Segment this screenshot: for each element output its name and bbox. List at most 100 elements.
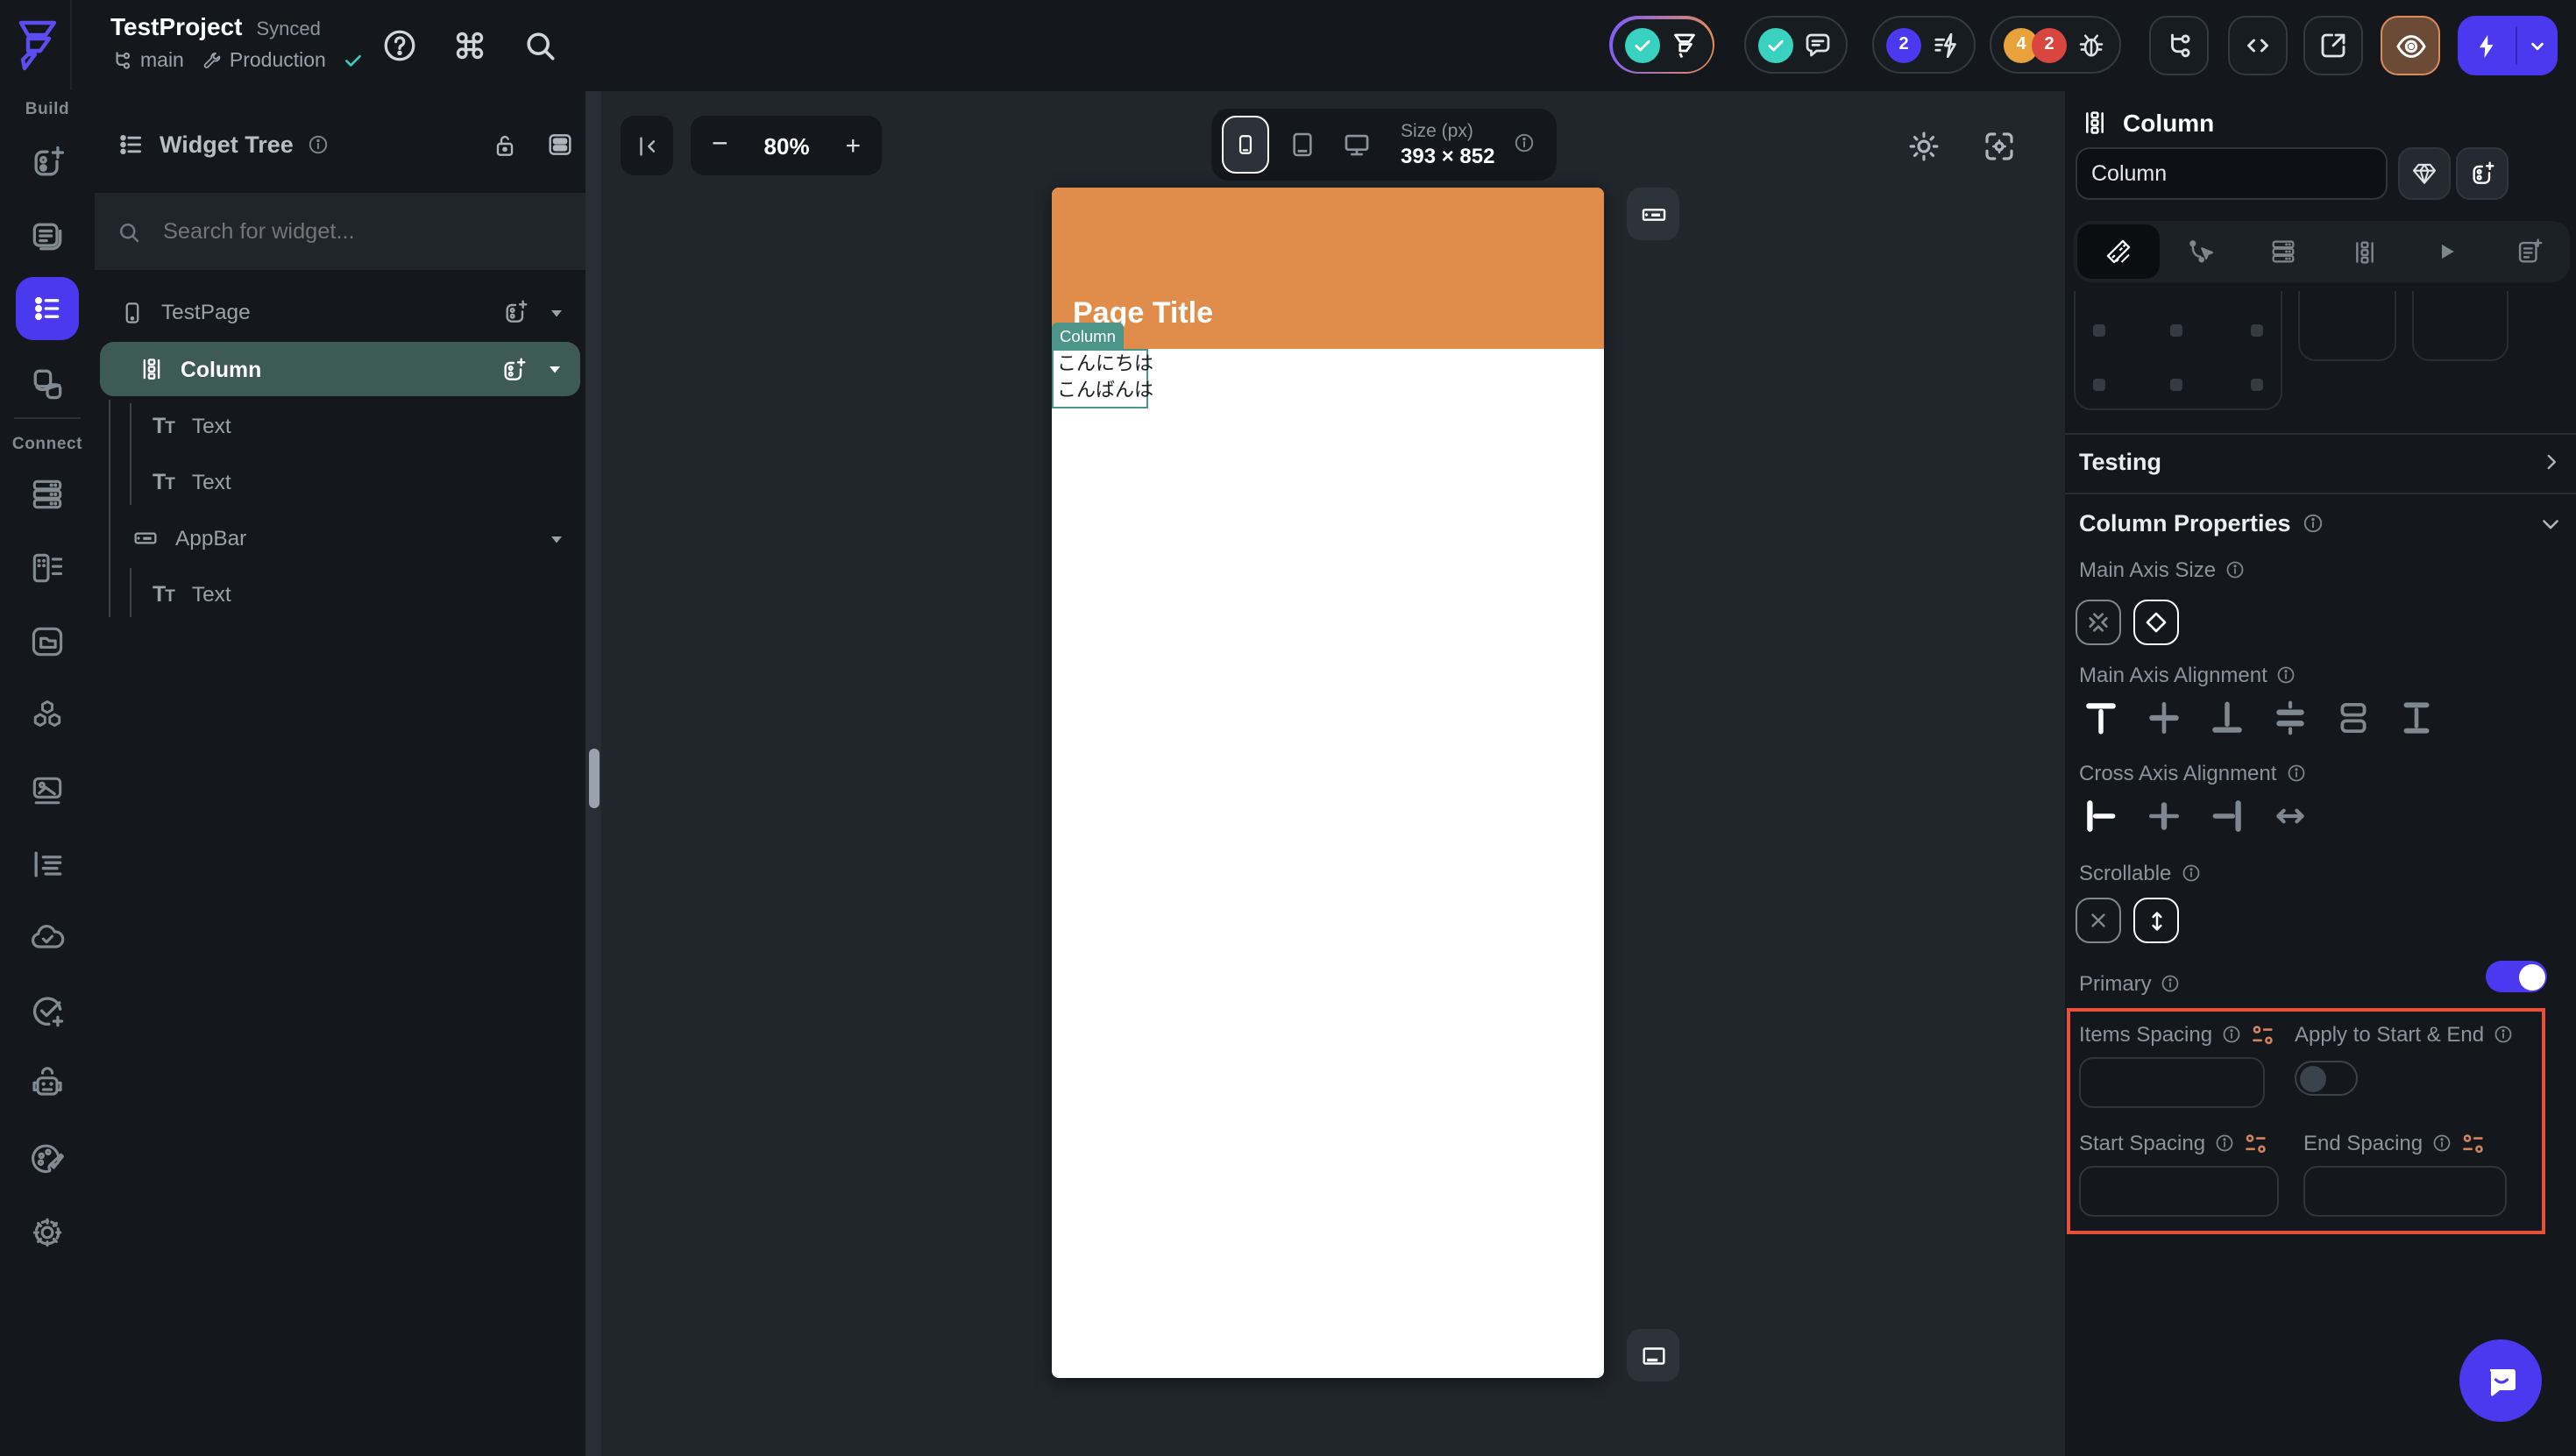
padding-field-cut[interactable]	[2298, 291, 2396, 361]
tree-row-testpage[interactable]: TestPage	[95, 288, 585, 337]
preview-text-1[interactable]: こんにちは	[1057, 352, 1153, 379]
info-icon[interactable]	[2285, 763, 2306, 784]
zoom-level[interactable]: 80%	[764, 132, 810, 159]
lock-icon[interactable]	[491, 131, 519, 159]
tab-properties[interactable]	[2077, 224, 2160, 279]
info-icon[interactable]	[2493, 1024, 2514, 1045]
run-button[interactable]	[2458, 16, 2558, 75]
apply-start-end-toggle-off[interactable]	[2295, 1061, 2358, 1096]
device-tablet-button[interactable]	[1281, 123, 1323, 167]
size-value[interactable]: 393 × 852	[1401, 144, 1494, 168]
set-from-variable-icon[interactable]	[2461, 1132, 2486, 1154]
main-align-center-button[interactable]	[2146, 700, 2182, 736]
canvas-settings-button[interactable]	[1981, 128, 2018, 165]
main-axis-size-max-button[interactable]	[2133, 600, 2179, 645]
caret-down-icon[interactable]	[549, 530, 564, 546]
tab-documentation[interactable]	[2487, 237, 2570, 266]
widget-search[interactable]	[95, 193, 585, 270]
cross-align-end-button[interactable]	[2209, 798, 2246, 835]
command-menu-button[interactable]	[451, 26, 489, 65]
info-icon[interactable]	[2214, 1133, 2235, 1154]
tree-scrollbar-thumb[interactable]	[588, 749, 599, 808]
properties-scroll-area[interactable]: Testing Column Properties Main Axis Size…	[2065, 291, 2576, 1456]
tree-row-text-1[interactable]: TT Text	[95, 401, 585, 451]
padding-control-cut[interactable]	[2074, 291, 2282, 410]
info-icon[interactable]	[2161, 973, 2182, 994]
nav-content[interactable]	[28, 845, 67, 884]
size-info-icon[interactable]	[1513, 131, 1536, 154]
preview-text-2[interactable]: こんばんは	[1057, 379, 1153, 405]
info-icon[interactable]	[2225, 559, 2246, 580]
padding-field-cut[interactable]	[2412, 291, 2509, 361]
app-logo[interactable]	[0, 0, 72, 89]
branch-menu-button[interactable]	[2149, 16, 2209, 75]
testing-section-header[interactable]: Testing	[2079, 449, 2563, 475]
help-button[interactable]	[380, 26, 419, 65]
main-align-end-button[interactable]	[2209, 700, 2246, 736]
start-spacing-input[interactable]	[2079, 1166, 2279, 1217]
nav-cloud-deploy[interactable]	[28, 919, 67, 957]
tab-backend-query[interactable]	[2241, 237, 2324, 266]
tab-actions[interactable]	[2160, 237, 2242, 266]
support-chat-button[interactable]	[2459, 1339, 2542, 1422]
deploy-status-button[interactable]	[1609, 16, 1714, 74]
nav-widget-tree[interactable]	[16, 277, 79, 340]
tree-row-appbar[interactable]: AppBar	[95, 514, 585, 563]
nav-media-library[interactable]	[28, 771, 67, 810]
scrollable-on-button[interactable]	[2133, 898, 2179, 943]
nav-theme[interactable]	[28, 1140, 67, 1178]
tab-widget-layout[interactable]	[2324, 238, 2406, 266]
primary-toggle-on[interactable]	[2486, 961, 2547, 992]
main-axis-size-min-button[interactable]	[2076, 600, 2121, 645]
panels-icon[interactable]	[545, 130, 575, 160]
developer-menu-button[interactable]	[2228, 16, 2288, 75]
project-name[interactable]: TestProject	[110, 12, 242, 40]
theme-mode-button[interactable]	[1905, 128, 1942, 165]
widget-name-input[interactable]	[2076, 147, 2388, 200]
nav-database[interactable]	[28, 475, 67, 514]
nav-widget-palette[interactable]	[28, 144, 67, 182]
info-icon[interactable]	[2221, 1024, 2242, 1045]
cross-align-center-button[interactable]	[2146, 798, 2182, 835]
zoom-out-button[interactable]: −	[712, 130, 728, 161]
nav-media-assets[interactable]	[28, 622, 67, 661]
tab-preview-run[interactable]	[2406, 238, 2488, 265]
device-phone-button[interactable]	[1222, 116, 1269, 174]
scrollable-off-button[interactable]	[2076, 898, 2121, 943]
main-align-start-button[interactable]	[2083, 700, 2119, 736]
nav-data-types[interactable]	[28, 549, 67, 587]
caret-down-icon[interactable]	[549, 304, 564, 320]
nav-integrations[interactable]	[28, 696, 67, 735]
main-align-space-around-button[interactable]	[2272, 700, 2309, 736]
nav-tests[interactable]	[28, 992, 67, 1031]
tree-row-text-3[interactable]: TT Text	[95, 570, 585, 619]
add-child-widget-button[interactable]	[2456, 147, 2509, 200]
selected-column-outline[interactable]: こんにちは こんばんは	[1052, 349, 1153, 408]
actions-status-button[interactable]: 2	[1872, 16, 1976, 74]
main-align-space-evenly-button[interactable]	[2398, 700, 2435, 736]
branch-name[interactable]: main	[140, 50, 184, 71]
share-button[interactable]	[2303, 16, 2363, 75]
widget-tree-info-icon[interactable]	[308, 133, 330, 156]
appbar-quick-button[interactable]	[1627, 188, 1679, 240]
end-spacing-input[interactable]	[2303, 1166, 2507, 1217]
phone-preview[interactable]: Page Title Column こんにちは こんばんは	[1052, 188, 1604, 1378]
tree-row-column-selected[interactable]: Column	[100, 342, 580, 396]
theme-widget-button[interactable]	[2398, 147, 2451, 200]
cross-align-stretch-button[interactable]	[2272, 798, 2309, 835]
add-widget-icon[interactable]	[501, 298, 529, 326]
column-properties-header[interactable]: Column Properties	[2079, 510, 2563, 536]
info-icon[interactable]	[2302, 512, 2324, 535]
navbar-quick-button[interactable]	[1627, 1329, 1679, 1381]
widget-search-input[interactable]	[160, 217, 552, 245]
add-widget-icon[interactable]	[500, 355, 528, 383]
caret-down-icon[interactable]	[547, 361, 563, 377]
search-button[interactable]	[521, 26, 559, 65]
zoom-in-button[interactable]: +	[845, 131, 861, 160]
set-from-variable-icon[interactable]	[2244, 1132, 2268, 1154]
items-spacing-input[interactable]	[2079, 1057, 2265, 1108]
issues-status-button[interactable]: 4 2	[1990, 16, 2121, 74]
preview-appbar[interactable]: Page Title	[1052, 188, 1604, 349]
nav-pages[interactable]	[28, 217, 67, 256]
preview-button[interactable]	[2381, 16, 2440, 75]
